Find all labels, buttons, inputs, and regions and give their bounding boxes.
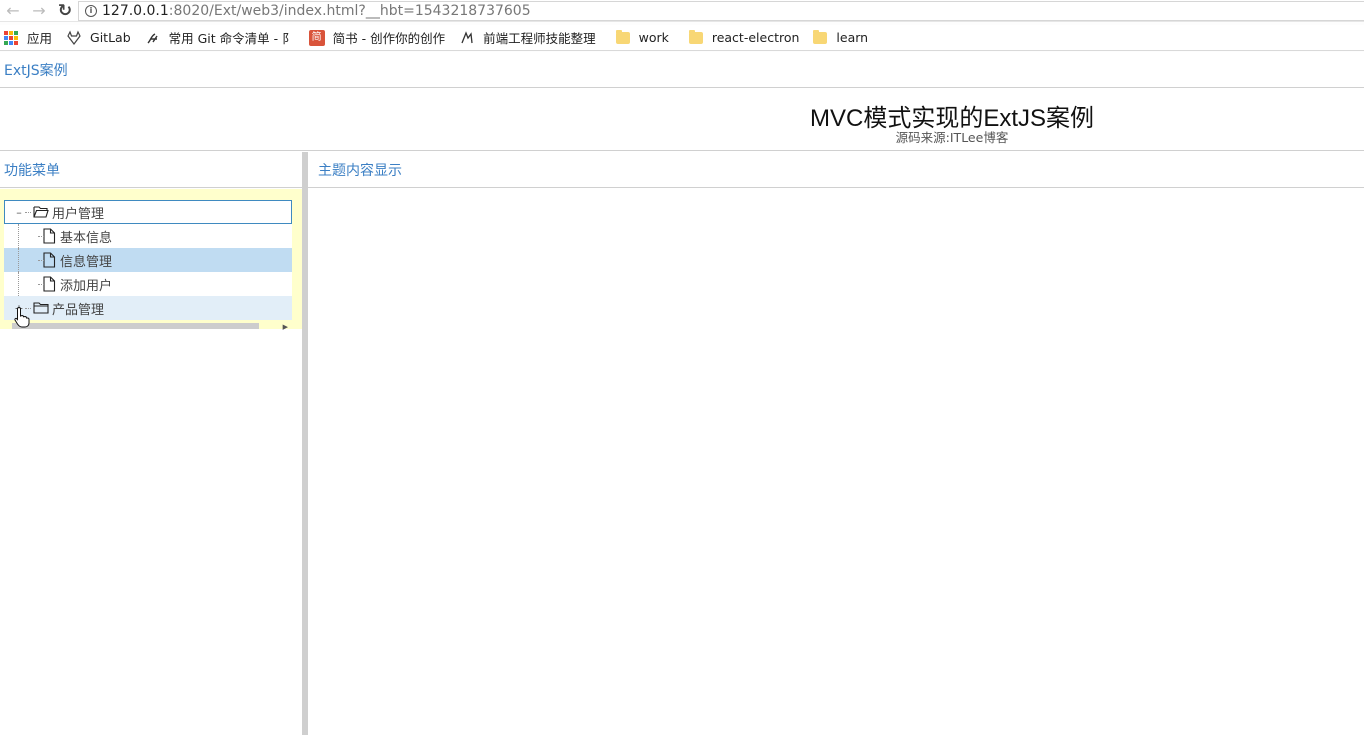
app-title: ExtJS案例 (4, 62, 68, 79)
scrollbar-thumb[interactable] (12, 323, 259, 329)
bookmark-apps[interactable]: 应用 (3, 28, 52, 47)
center-panel: 主题内容显示 (308, 152, 1364, 735)
bookmark-label: work (638, 30, 669, 45)
tree-node-label: 产品管理 (52, 302, 105, 318)
file-icon (43, 276, 56, 292)
west-panel-title: 功能菜单 (0, 152, 302, 188)
bookmark-git-cheatsheet[interactable]: 常用 Git 命令清单 - 阝 (145, 28, 295, 47)
folder-icon (813, 29, 828, 44)
bookmark-label: GitLab (90, 30, 131, 45)
collapse-icon[interactable]: – (13, 206, 25, 219)
bookmark-gitlab[interactable]: GitLab (66, 30, 131, 46)
tree-node-add-user[interactable]: 添加用户 (4, 272, 292, 296)
bookmark-label: 前端工程师技能整理 (483, 31, 596, 46)
jianshu-icon: 简 (308, 29, 325, 46)
bookmark-label: 简书 - 创作你的创作 (332, 31, 446, 46)
app-header: ExtJS案例 (0, 52, 1364, 88)
file-icon (43, 252, 56, 268)
folder-icon (688, 29, 703, 44)
bookmark-folder-work[interactable]: work (615, 29, 669, 45)
ext-viewport: ExtJS案例 MVC模式实现的ExtJS案例 源码来源:ITLee博客 功能菜… (0, 52, 1364, 735)
west-panel: 功能菜单 – 用户管理 基本信息 信息管理 添加用户 产品管理 ▶ (0, 152, 302, 735)
tree-node-product-management[interactable]: + 产品管理 (4, 296, 292, 320)
banner: MVC模式实现的ExtJS案例 源码来源:ITLee博客 (0, 88, 1364, 151)
bookmark-label: 常用 Git 命令清单 - 阝 (168, 31, 295, 46)
function-menu-tree-container: – 用户管理 基本信息 信息管理 添加用户 产品管理 ▶ (0, 189, 302, 331)
address-input[interactable]: i 127.0.0.1:8020/Ext/web3/index.html?__h… (78, 0, 1364, 21)
layout-body: 功能菜单 – 用户管理 基本信息 信息管理 添加用户 产品管理 ▶ 主题内容显示 (0, 152, 1364, 735)
tree-connector (4, 272, 44, 296)
git-icon (147, 32, 158, 43)
file-icon (43, 228, 56, 244)
bookmark-folder-learn[interactable]: learn (813, 29, 869, 45)
gitlab-icon (67, 30, 81, 45)
tree-connector (25, 211, 31, 213)
back-icon[interactable]: ← (0, 1, 26, 21)
bookmark-label: 应用 (27, 31, 53, 46)
center-panel-title: 主题内容显示 (308, 152, 1364, 188)
tree-connector (4, 224, 44, 248)
tree-horizontal-scrollbar[interactable]: ▶ (4, 323, 292, 331)
tree-node-label: 基本信息 (60, 230, 113, 246)
reload-icon[interactable]: ↻ (52, 1, 78, 21)
tree-node-user-management[interactable]: – 用户管理 (4, 200, 292, 224)
scroll-right-icon[interactable]: ▶ (283, 323, 288, 331)
browser-toolbar: ← → ↻ i 127.0.0.1:8020/Ext/web3/index.ht… (0, 0, 1364, 22)
info-icon[interactable]: i (85, 4, 97, 17)
bookmarks-bar: 应用 GitLab 常用 Git 命令清单 - 阝 简 简书 - 创作你的创作 … (0, 25, 1364, 51)
folder-icon (615, 29, 630, 44)
hand-cursor-icon (14, 306, 30, 328)
bookmark-label: react-electron (711, 30, 800, 45)
tree-node-label: 用户管理 (52, 206, 105, 222)
bookmark-label: learn (836, 30, 869, 45)
function-menu-tree: – 用户管理 基本信息 信息管理 添加用户 产品管理 (4, 200, 292, 320)
folder-open-icon (33, 206, 49, 218)
tree-node-label: 添加用户 (60, 278, 113, 294)
bookmark-frontend-skills[interactable]: 前端工程师技能整理 (459, 28, 596, 47)
folder-icon (33, 302, 49, 314)
tree-node-info-management[interactable]: 信息管理 (4, 248, 292, 272)
bookmark-folder-react-electron[interactable]: react-electron (688, 29, 800, 45)
url-host: 127.0.0.1 (102, 2, 169, 19)
apps-icon (3, 30, 19, 46)
frontend-icon (461, 30, 473, 43)
url-path: :8020/Ext/web3/index.html?__hbt=15432187… (168, 2, 531, 19)
tree-node-label: 信息管理 (60, 254, 113, 270)
tree-connector (4, 248, 44, 272)
forward-icon[interactable]: → (26, 1, 52, 21)
banner-subtitle: 源码来源:ITLee博客 (895, 130, 1009, 145)
bookmark-jianshu[interactable]: 简 简书 - 创作你的创作 (308, 28, 446, 47)
tree-node-basic-info[interactable]: 基本信息 (4, 224, 292, 248)
